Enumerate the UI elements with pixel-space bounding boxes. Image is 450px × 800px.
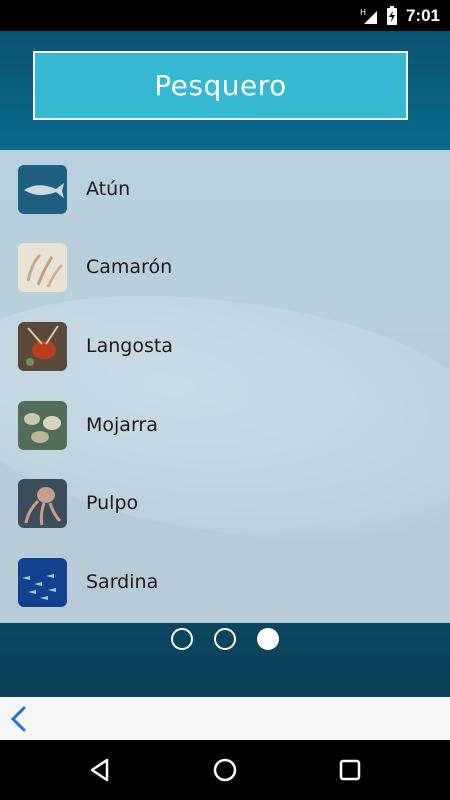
list-item-mojarra[interactable]: Mojarra xyxy=(0,386,450,464)
circle-home-icon[interactable] xyxy=(212,757,238,783)
chevron-left-icon[interactable] xyxy=(6,705,32,733)
svg-text:H: H xyxy=(360,8,366,17)
status-bar: H 7:01 xyxy=(0,0,450,31)
triangle-back-icon[interactable] xyxy=(87,757,113,783)
mojarra-thumbnail xyxy=(18,401,67,450)
status-icons: H 7:01 xyxy=(360,6,440,26)
list-item-langosta[interactable]: Langosta xyxy=(0,307,450,385)
list-item-label: Langosta xyxy=(86,335,173,357)
battery-charging-icon xyxy=(386,6,397,25)
list-item-label: Camarón xyxy=(86,256,173,278)
lobster-thumbnail xyxy=(18,322,67,371)
species-list: Atún Camarón Langosta Mojarra Pulpo Sard… xyxy=(0,150,450,623)
system-navigation-bar xyxy=(0,740,450,800)
page-dot-1[interactable] xyxy=(171,628,193,650)
bottom-back-bar xyxy=(0,697,450,740)
square-recents-icon[interactable] xyxy=(337,757,363,783)
list-item-atun[interactable]: Atún xyxy=(0,150,450,228)
signal-icon: H xyxy=(360,8,377,24)
tuna-thumbnail xyxy=(18,165,67,214)
shrimp-thumbnail xyxy=(18,243,67,292)
list-item-label: Pulpo xyxy=(86,492,139,514)
octopus-thumbnail xyxy=(18,479,67,528)
list-item-sardina[interactable]: Sardina xyxy=(0,543,450,621)
list-item-label: Mojarra xyxy=(86,414,158,436)
list-item-label: Atún xyxy=(86,178,131,200)
page-title: Pesquero xyxy=(154,69,287,102)
list-item-camaron[interactable]: Camarón xyxy=(0,228,450,306)
list-item-label: Sardina xyxy=(86,571,159,593)
list-item-pulpo[interactable]: Pulpo xyxy=(0,464,450,542)
page-dot-3-active[interactable] xyxy=(257,628,279,650)
sardine-thumbnail xyxy=(18,558,67,607)
page-dot-2[interactable] xyxy=(214,628,236,650)
title-banner: Pesquero xyxy=(33,51,408,120)
status-time: 7:01 xyxy=(405,6,440,25)
page-indicator xyxy=(0,626,450,652)
